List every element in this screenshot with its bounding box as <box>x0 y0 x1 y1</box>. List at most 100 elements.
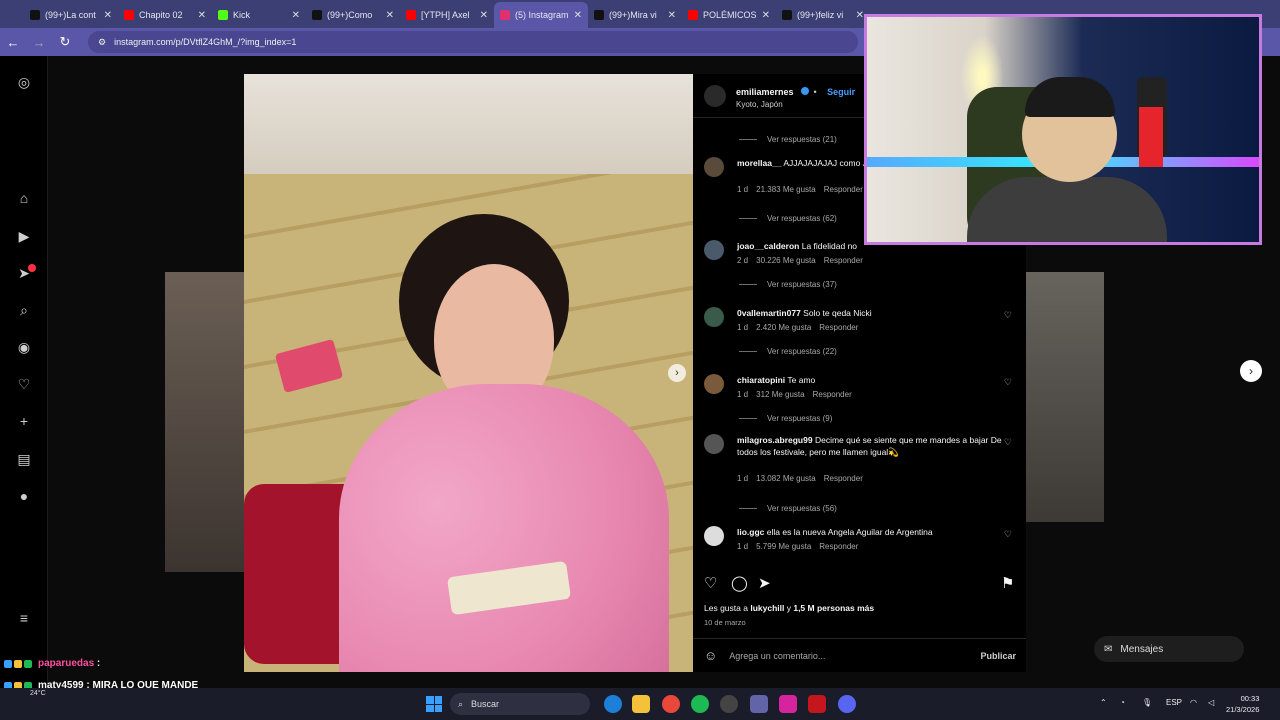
close-tab-icon[interactable]: ✕ <box>198 10 206 21</box>
commenter-avatar[interactable] <box>704 157 724 177</box>
mic-icon[interactable]: 🎙 <box>1142 698 1152 707</box>
edge-icon[interactable] <box>604 695 622 713</box>
browser-tab[interactable]: (99+)La cont ✕ <box>24 2 118 28</box>
comment-username[interactable]: chiaratopini <box>737 375 785 385</box>
comment-like-icon[interactable]: ♡ <box>1004 310 1012 321</box>
wifi-icon[interactable]: ◠ <box>1190 698 1197 707</box>
comment-username[interactable]: milagros.abregu99 <box>737 435 813 445</box>
view-replies-link[interactable]: Ver respuestas (9) <box>739 414 832 423</box>
close-tab-icon[interactable]: ✕ <box>386 10 394 21</box>
system-clock[interactable]: 00:33 21/3/2026 <box>1226 693 1259 715</box>
site-info-icon[interactable]: ⚙ <box>98 37 106 48</box>
comment-like-icon[interactable]: ♡ <box>1004 437 1012 448</box>
comment-likes[interactable]: 13.082 Me gusta <box>756 474 816 483</box>
emoji-icon[interactable]: ☺ <box>704 648 717 663</box>
likes-user[interactable]: lukychill <box>750 603 784 613</box>
home-icon[interactable]: ⌂ <box>14 188 34 208</box>
follow-button[interactable]: Seguir <box>827 87 855 97</box>
close-tab-icon[interactable]: ✕ <box>480 10 488 21</box>
reels-icon[interactable]: ▶ <box>14 226 34 246</box>
file-explorer-icon[interactable] <box>632 695 650 713</box>
comment-likes[interactable]: 5.799 Me gusta <box>756 542 811 551</box>
commenter-avatar[interactable] <box>704 240 724 260</box>
like-icon[interactable]: ♡ <box>704 574 717 592</box>
share-icon[interactable]: ➤ <box>758 574 771 592</box>
reply-button[interactable]: Responder <box>824 256 863 265</box>
comment-username[interactable]: morellaa__ <box>737 158 781 168</box>
publish-button[interactable]: Publicar <box>980 651 1016 661</box>
reply-button[interactable]: Responder <box>819 542 858 551</box>
network-icon[interactable]: ◔ <box>1120 698 1125 707</box>
reply-button[interactable]: Responder <box>824 474 863 483</box>
close-tab-icon[interactable]: ✕ <box>292 10 300 21</box>
taskbar-search[interactable]: ⌕ Buscar <box>450 693 590 715</box>
comment-username[interactable]: lio.ggc <box>737 527 764 537</box>
next-photo-button[interactable]: › <box>668 364 686 382</box>
comment-username[interactable]: 0vallemartin077 <box>737 308 801 318</box>
likes-count[interactable]: 1,5 M personas más <box>793 603 874 613</box>
commenter-avatar[interactable] <box>704 307 724 327</box>
comment-like-icon[interactable]: ♡ <box>1004 377 1012 388</box>
comment-likes[interactable]: 21.383 Me gusta <box>756 185 816 194</box>
comment-input[interactable]: Agrega un comentario... <box>729 651 980 661</box>
comment-likes[interactable]: 2.420 Me gusta <box>756 323 811 332</box>
discord-icon[interactable] <box>838 695 856 713</box>
save-icon[interactable]: ⚑ <box>1001 574 1014 592</box>
view-replies-link[interactable]: Ver respuestas (21) <box>739 135 837 144</box>
browser-tab[interactable]: [YTPH] Axel ✕ <box>400 2 494 28</box>
explore-icon[interactable]: ◉ <box>14 337 34 357</box>
browser-tab[interactable]: Kick ✕ <box>212 2 306 28</box>
browser-tab[interactable]: (99+)Como ✕ <box>306 2 400 28</box>
chrome-icon[interactable] <box>662 695 680 713</box>
spotify-icon[interactable] <box>691 695 709 713</box>
instagram-logo-icon[interactable]: ◎ <box>14 72 34 92</box>
view-replies-link[interactable]: Ver respuestas (22) <box>739 347 837 356</box>
author-avatar[interactable] <box>704 84 726 107</box>
menu-icon[interactable]: ≡ <box>14 608 34 628</box>
post-location[interactable]: Kyoto, Japón <box>736 100 855 109</box>
browser-tab[interactable]: (5) Instagram ✕ <box>494 2 588 28</box>
url-field[interactable]: ⚙ instagram.com/p/DVtflZ4GhM_/?img_index… <box>88 31 858 53</box>
browser-tab[interactable]: Chapito 02 ✕ <box>118 2 212 28</box>
view-replies-link[interactable]: Ver respuestas (56) <box>739 504 837 513</box>
reply-button[interactable]: Responder <box>813 390 852 399</box>
view-replies-link[interactable]: Ver respuestas (37) <box>739 280 837 289</box>
red-app-icon[interactable] <box>808 695 826 713</box>
create-icon[interactable]: + <box>14 411 34 431</box>
start-icon[interactable] <box>426 696 442 712</box>
close-tab-icon[interactable]: ✕ <box>104 10 112 21</box>
forward-icon[interactable]: → <box>26 35 52 50</box>
comment-username[interactable]: joao__calderon <box>737 241 799 251</box>
language-indicator[interactable]: ESP <box>1166 698 1182 707</box>
reply-button[interactable]: Responder <box>824 185 863 194</box>
comment-icon[interactable]: ◯ <box>731 574 748 592</box>
reload-icon[interactable]: ↻ <box>52 34 78 50</box>
close-tab-icon[interactable]: ✕ <box>856 10 864 21</box>
comment-like-icon[interactable]: ♡ <box>1004 529 1012 540</box>
search-icon[interactable]: ⌕ <box>14 300 34 320</box>
tray-chevron-icon[interactable]: ⌃ <box>1100 698 1107 707</box>
comment-likes[interactable]: 30.226 Me gusta <box>756 256 816 265</box>
volume-icon[interactable]: ◁ <box>1208 698 1214 707</box>
next-post-button[interactable]: › <box>1240 360 1262 382</box>
author-username[interactable]: emiliamernes <box>736 87 794 97</box>
heart-icon[interactable]: ♡ <box>14 374 34 394</box>
close-tab-icon[interactable]: ✕ <box>762 10 770 21</box>
instagram-app-icon[interactable] <box>779 695 797 713</box>
comment-likes[interactable]: 312 Me gusta <box>756 390 804 399</box>
back-icon[interactable]: ← <box>0 35 26 50</box>
profile-icon[interactable]: ● <box>14 486 34 506</box>
view-replies-link[interactable]: Ver respuestas (62) <box>739 214 837 223</box>
commenter-avatar[interactable] <box>704 434 724 454</box>
browser-tab[interactable]: POLÉMICOS ✕ <box>682 2 776 28</box>
commenter-avatar[interactable] <box>704 374 724 394</box>
reply-button[interactable]: Responder <box>819 323 858 332</box>
browser-tab[interactable]: (99+)feliz vi ✕ <box>776 2 870 28</box>
post-photo[interactable] <box>244 74 693 672</box>
commenter-avatar[interactable] <box>704 526 724 546</box>
teams-icon[interactable] <box>750 695 768 713</box>
messages-button[interactable]: ✉ Mensajes <box>1094 636 1244 662</box>
dashboard-icon[interactable]: ▤ <box>14 449 34 469</box>
obs-icon[interactable] <box>720 695 738 713</box>
browser-tab[interactable]: (99+)Mira vi ✕ <box>588 2 682 28</box>
